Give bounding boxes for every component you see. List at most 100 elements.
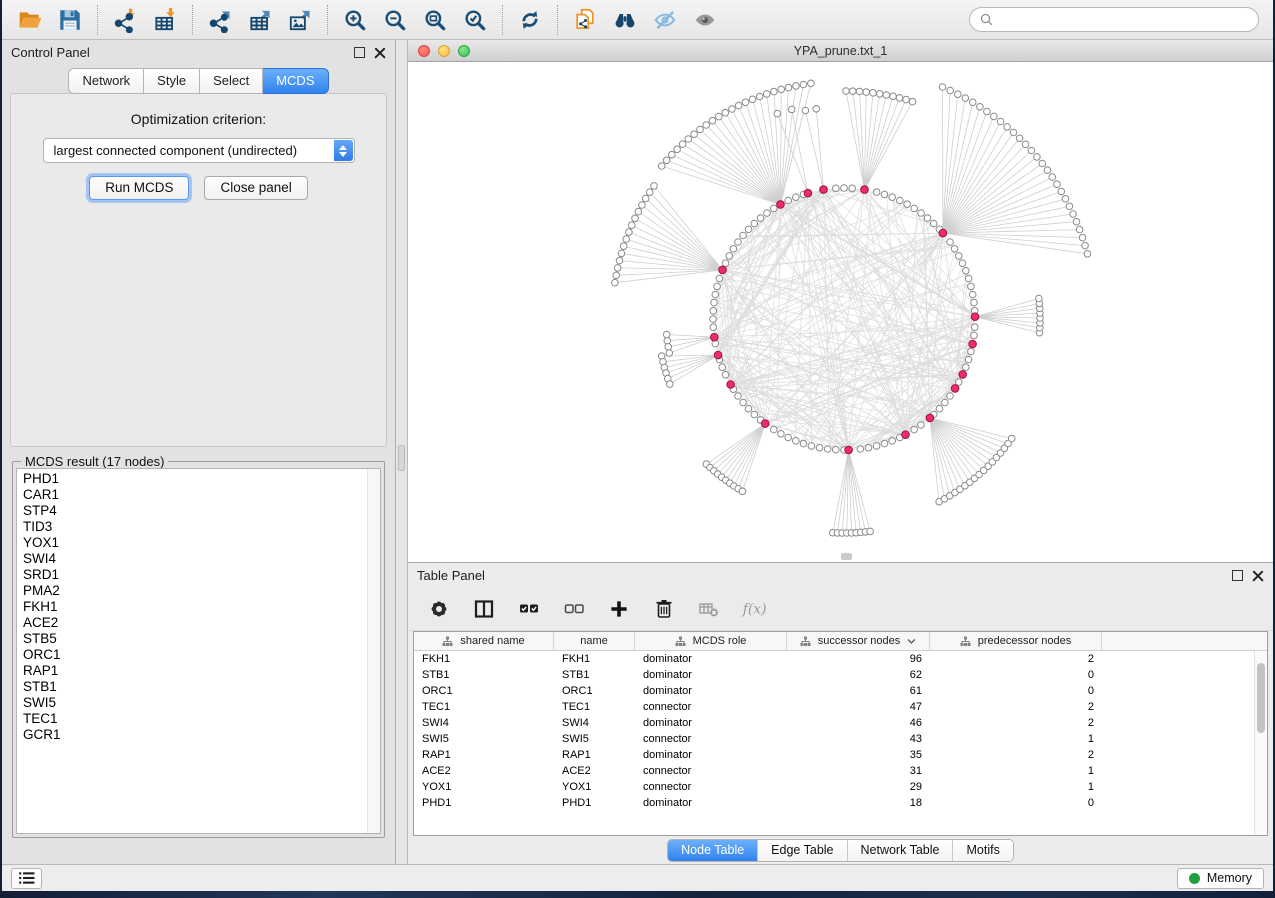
network-node[interactable]: [849, 185, 856, 192]
mcds-result-item[interactable]: STB1: [17, 679, 380, 695]
network-node[interactable]: [771, 426, 778, 433]
window-minimize-light[interactable]: [438, 45, 450, 57]
network-node[interactable]: [669, 151, 676, 158]
zoom-fit-button[interactable]: [415, 3, 455, 37]
tab-node-table[interactable]: Node Table: [668, 840, 758, 861]
network-node[interactable]: [710, 308, 717, 315]
column-header-successor-nodes[interactable]: successor nodes: [787, 632, 930, 650]
zoom-in-button[interactable]: [335, 3, 375, 37]
tab-network-table[interactable]: Network Table: [848, 840, 954, 861]
network-node[interactable]: [1070, 211, 1077, 218]
table-row[interactable]: PHD1PHD1dominator180: [414, 795, 1267, 811]
list-scrollbar[interactable]: [367, 469, 380, 833]
network-node[interactable]: [1004, 124, 1011, 131]
mcds-node[interactable]: [845, 446, 853, 454]
criterion-select[interactable]: largest connected component (undirected): [43, 138, 355, 163]
zoom-out-button[interactable]: [375, 3, 415, 37]
close-panel-button[interactable]: [374, 47, 386, 59]
network-node[interactable]: [850, 88, 857, 95]
network-node[interactable]: [749, 96, 756, 103]
network-node[interactable]: [712, 291, 719, 298]
network-search-box[interactable]: [969, 7, 1259, 32]
network-node[interactable]: [613, 272, 620, 279]
export-image-button[interactable]: [280, 3, 320, 37]
network-node[interactable]: [623, 236, 630, 243]
network-node[interactable]: [709, 117, 716, 124]
network-node[interactable]: [889, 438, 896, 445]
network-node[interactable]: [666, 350, 673, 357]
network-node[interactable]: [889, 194, 896, 201]
network-node[interactable]: [870, 90, 877, 97]
deselect-all-button[interactable]: [561, 596, 587, 622]
network-node[interactable]: [764, 210, 771, 217]
window-zoom-light[interactable]: [458, 45, 470, 57]
network-node[interactable]: [751, 411, 758, 418]
network-node[interactable]: [863, 89, 870, 96]
network-node[interactable]: [918, 210, 925, 217]
search-binoculars-button[interactable]: [605, 3, 645, 37]
network-node[interactable]: [620, 243, 627, 250]
canvas-hscroll-thumb[interactable]: [841, 553, 852, 560]
mcds-result-item[interactable]: ORC1: [17, 647, 380, 663]
network-node[interactable]: [740, 399, 747, 406]
mcds-node[interactable]: [714, 351, 722, 359]
network-node[interactable]: [663, 331, 670, 338]
panel-splitter[interactable]: [396, 40, 408, 864]
network-node[interactable]: [711, 299, 718, 306]
network-node[interactable]: [841, 185, 848, 192]
add-column-button[interactable]: [606, 596, 632, 622]
tab-network[interactable]: Network: [68, 68, 144, 94]
mcds-result-item[interactable]: SWI5: [17, 695, 380, 711]
mcds-node[interactable]: [711, 333, 719, 341]
network-node[interactable]: [947, 239, 954, 246]
mcds-result-item[interactable]: STB5: [17, 631, 380, 647]
network-node[interactable]: [763, 91, 770, 98]
network-node[interactable]: [703, 122, 710, 129]
network-node[interactable]: [793, 194, 800, 201]
network-node[interactable]: [959, 260, 966, 267]
table-row[interactable]: RAP1RAP1dominator352: [414, 747, 1267, 763]
network-node[interactable]: [997, 118, 1004, 125]
task-history-button[interactable]: [11, 868, 42, 889]
network-node[interactable]: [904, 201, 911, 208]
run-mcds-button[interactable]: Run MCDS: [89, 176, 189, 200]
delete-column-button[interactable]: [651, 596, 677, 622]
network-node[interactable]: [955, 91, 962, 98]
mcds-node[interactable]: [861, 186, 869, 194]
export-table-button[interactable]: [240, 3, 280, 37]
network-node[interactable]: [1076, 226, 1083, 233]
network-node[interactable]: [785, 197, 792, 204]
network-node[interactable]: [824, 446, 831, 453]
mcds-node[interactable]: [926, 414, 934, 422]
show-all-button[interactable]: [685, 3, 725, 37]
network-node[interactable]: [614, 265, 621, 272]
network-node[interactable]: [635, 208, 642, 215]
zoom-selected-button[interactable]: [455, 3, 495, 37]
mcds-node[interactable]: [820, 186, 828, 194]
tab-edge-table[interactable]: Edge Table: [758, 840, 847, 861]
mcds-result-item[interactable]: RAP1: [17, 663, 380, 679]
table-row[interactable]: YOX1YOX1connector291: [414, 779, 1267, 795]
mcds-result-item[interactable]: ACE2: [17, 615, 380, 631]
network-node[interactable]: [873, 189, 880, 196]
table-row[interactable]: TEC1TEC1connector472: [414, 699, 1267, 715]
network-node[interactable]: [665, 344, 672, 351]
memory-button[interactable]: Memory: [1177, 868, 1264, 889]
network-node[interactable]: [785, 84, 792, 91]
network-node[interactable]: [896, 95, 903, 102]
network-node[interactable]: [857, 446, 864, 453]
mcds-node[interactable]: [971, 313, 979, 321]
float-panel-button[interactable]: [354, 47, 365, 58]
network-node[interactable]: [924, 215, 931, 222]
network-node[interactable]: [685, 136, 692, 143]
mcds-result-item[interactable]: GCR1: [17, 727, 380, 743]
network-node[interactable]: [881, 440, 888, 447]
search-input[interactable]: [1000, 12, 1249, 27]
network-node[interactable]: [968, 348, 975, 355]
close-panel-button-mcds[interactable]: Close panel: [204, 176, 307, 200]
network-node[interactable]: [881, 191, 888, 198]
network-graph[interactable]: [408, 62, 1273, 562]
network-node[interactable]: [1066, 203, 1073, 210]
table-row[interactable]: SWI5SWI5connector431: [414, 731, 1267, 747]
network-node[interactable]: [965, 356, 972, 363]
